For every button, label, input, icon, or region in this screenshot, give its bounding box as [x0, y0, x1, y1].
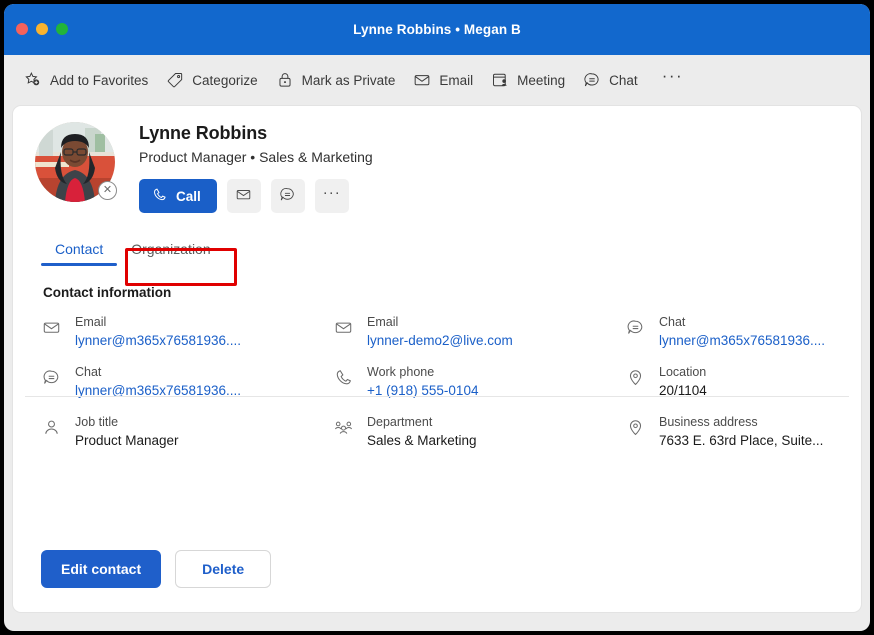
field-chat-secondary: Chat lynner@m365x76581936.... [41, 364, 333, 400]
call-button[interactable]: Call [139, 179, 217, 213]
field-location: Location 20/1104 [625, 364, 861, 400]
tabs-divider [25, 396, 849, 397]
contact-information-grid: Email lynner@m365x76581936.... Email lyn… [41, 314, 861, 450]
minimize-window-button[interactable] [36, 23, 48, 35]
email-contact-button[interactable] [226, 179, 261, 213]
maximize-window-button[interactable] [56, 23, 68, 35]
contact-action-buttons: Call ··· [139, 179, 373, 213]
field-value[interactable]: lynner@m365x76581936.... [75, 331, 241, 350]
field-value: 7633 E. 63rd Place, Suite... [659, 433, 824, 448]
contact-header: ✕ Lynne Robbins Product Manager • Sales … [13, 106, 861, 213]
envelope-icon [413, 71, 431, 89]
phone-icon [333, 367, 353, 387]
field-label: Work phone [367, 365, 435, 379]
field-business-address: Business address 7633 E. 63rd Place, Sui… [625, 414, 861, 450]
field-label: Chat [659, 315, 686, 329]
toolbar-overflow-button[interactable]: ··· [652, 67, 693, 89]
field-value[interactable]: lynner@m365x76581936.... [75, 381, 241, 400]
contact-information-heading: Contact information [43, 285, 172, 300]
field-job-title: Job title Product Manager [41, 414, 333, 450]
location-pin-icon [625, 417, 645, 437]
ellipsis-icon: ··· [322, 184, 341, 201]
toolbar-item-meeting[interactable]: Meeting [487, 67, 579, 93]
toolbar-item-label: Mark as Private [301, 72, 396, 88]
tag-icon [166, 71, 184, 89]
envelope-icon [235, 186, 252, 206]
chat-bubble-icon [625, 317, 645, 337]
star-add-icon [24, 71, 42, 89]
person-icon [41, 417, 61, 437]
calendar-person-icon [491, 71, 509, 89]
card-footer: Edit contact Delete [13, 550, 861, 612]
field-work-phone: Work phone +1 (918) 555-0104 [333, 364, 625, 400]
chat-bubble-icon [279, 186, 296, 206]
envelope-icon [333, 317, 353, 337]
avatar-container: ✕ [35, 122, 117, 202]
toolbar-item-email[interactable]: Email [409, 67, 487, 93]
toolbar-item-label: Categorize [192, 72, 258, 88]
command-toolbar: Add to Favorites Categorize Mark as Priv… [4, 55, 870, 105]
field-value[interactable]: +1 (918) 555-0104 [367, 381, 478, 400]
tab-contact[interactable]: Contact [41, 235, 118, 266]
contact-subtitle: Product Manager • Sales & Marketing [139, 149, 373, 165]
traffic-lights [16, 23, 68, 35]
edit-contact-button[interactable]: Edit contact [41, 550, 162, 588]
delete-contact-button[interactable]: Delete [175, 550, 272, 588]
call-button-label: Call [176, 188, 201, 204]
toolbar-item-categorize[interactable]: Categorize [162, 67, 271, 93]
toolbar-item-add-to-favorites[interactable]: Add to Favorites [20, 67, 162, 93]
people-group-icon [333, 417, 353, 437]
chat-bubble-icon [41, 367, 61, 387]
remove-photo-icon[interactable]: ✕ [98, 181, 117, 200]
toolbar-item-label: Add to Favorites [50, 72, 149, 88]
toolbar-item-label: Email [439, 72, 474, 88]
chat-bubble-icon [583, 71, 601, 89]
more-actions-button[interactable]: ··· [314, 179, 349, 213]
chat-contact-button[interactable] [270, 179, 305, 213]
lock-icon [276, 71, 294, 89]
toolbar-item-mark-as-private[interactable]: Mark as Private [272, 67, 410, 93]
field-chat-primary: Chat lynner@m365x76581936.... [625, 314, 861, 350]
field-value: Product Manager [75, 433, 179, 448]
field-label: Business address [659, 415, 758, 429]
tab-organization[interactable]: Organization [117, 235, 224, 266]
location-pin-icon [625, 367, 645, 387]
field-value: 20/1104 [659, 383, 707, 398]
toolbar-item-label: Chat [609, 72, 638, 88]
phone-icon [152, 187, 167, 205]
field-value[interactable]: lynner-demo2@live.com [367, 331, 513, 350]
window-titlebar: Lynne Robbins • Megan B [4, 4, 870, 55]
field-email-secondary: Email lynner-demo2@live.com [333, 314, 625, 350]
contact-detail-card: ✕ Lynne Robbins Product Manager • Sales … [12, 105, 862, 613]
field-department: Department Sales & Marketing [333, 414, 625, 450]
toolbar-item-label: Meeting [517, 72, 566, 88]
field-label: Job title [75, 415, 119, 429]
contact-card-window: Lynne Robbins • Megan B Add to Favorites… [4, 4, 870, 631]
field-label: Location [659, 365, 707, 379]
field-label: Email [367, 315, 399, 329]
close-window-button[interactable] [16, 23, 28, 35]
contact-identity: Lynne Robbins Product Manager • Sales & … [139, 122, 373, 213]
field-value: Sales & Marketing [367, 433, 477, 448]
field-value[interactable]: lynner@m365x76581936.... [659, 331, 825, 350]
envelope-icon [41, 317, 61, 337]
field-email-primary: Email lynner@m365x76581936.... [41, 314, 333, 350]
field-label: Chat [75, 365, 102, 379]
field-label: Department [367, 415, 433, 429]
contact-name: Lynne Robbins [139, 123, 268, 143]
toolbar-item-chat[interactable]: Chat [579, 67, 652, 93]
window-title: Lynne Robbins • Megan B [353, 22, 521, 37]
detail-tabs: Contact Organization [41, 235, 861, 266]
field-label: Email [75, 315, 107, 329]
